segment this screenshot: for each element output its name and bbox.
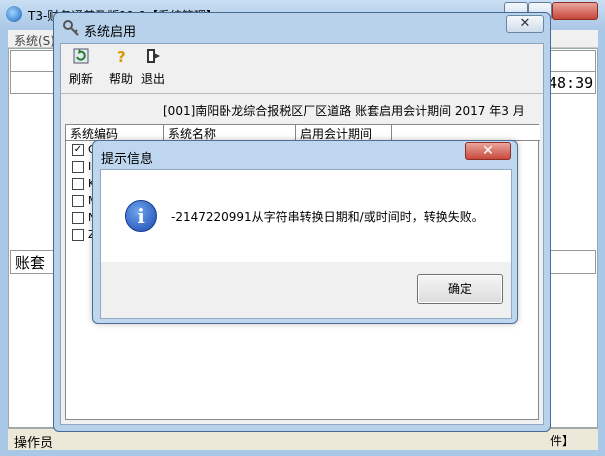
menu-system[interactable]: 系统(S): [14, 32, 55, 49]
dialog-message: -2147220991从字符串转换日期和/或时间时，转换失败。: [171, 210, 484, 224]
column-header-empty: [392, 125, 540, 141]
dialog-title: 提示信息: [101, 152, 154, 167]
row-checkbox[interactable]: [72, 229, 84, 241]
dialog-message-area: i -2147220991从字符串转换日期和/或时间时，转换失败。: [101, 170, 511, 262]
account-period-line: [001]南阳卧龙综合报税区厂区道路 账套启用会计期间 2017 年3 月: [61, 102, 543, 120]
column-header-period[interactable]: 启用会计期间: [296, 125, 392, 141]
status-right-text: 件】: [549, 434, 574, 448]
status-operator: 操作员: [14, 436, 54, 451]
clock-text: 48:39: [548, 74, 594, 92]
column-header-name[interactable]: 系统名称: [164, 125, 296, 141]
system-enable-title: 系统启用: [84, 25, 137, 40]
system-enable-close-button[interactable]: ✕: [506, 15, 544, 33]
account-period-text: [001]南阳卧龙综合报税区厂区道路 账套启用会计期间 2017 年3 月: [163, 104, 525, 118]
main-close-button[interactable]: [552, 2, 598, 20]
help-button[interactable]: ? 帮助: [103, 48, 139, 90]
key-icon: [63, 20, 79, 36]
app-icon: [6, 6, 22, 22]
row-checkbox[interactable]: [72, 195, 84, 207]
dialog-body: i -2147220991从字符串转换日期和/或时间时，转换失败。 确定: [100, 169, 512, 319]
refresh-icon: [73, 48, 89, 64]
row-checkbox[interactable]: [72, 161, 84, 173]
help-icon: ?: [117, 48, 126, 64]
refresh-button[interactable]: 刷新: [63, 48, 99, 90]
info-icon: i: [125, 200, 157, 232]
row-checkbox[interactable]: ✓: [72, 144, 84, 156]
svg-text:?: ?: [117, 48, 126, 64]
dialog-close-button[interactable]: ✕: [465, 142, 511, 160]
toolbar: 刷新 ? 帮助 退出: [61, 44, 543, 94]
exit-button[interactable]: 退出: [135, 48, 171, 90]
exit-icon: [147, 49, 160, 63]
system-enable-title-bar[interactable]: 系统启用: [54, 13, 550, 43]
row-checkbox[interactable]: [72, 178, 84, 190]
refresh-label: 刷新: [68, 72, 93, 86]
help-label: 帮助: [108, 72, 133, 86]
prompt-dialog: 提示信息 ✕ i -2147220991从字符串转换日期和/或时间时，转换失败。…: [92, 140, 518, 324]
column-header-code[interactable]: 系统编码: [66, 125, 164, 141]
zhangtao-label: 账套: [15, 254, 46, 272]
row-checkbox[interactable]: [72, 212, 84, 224]
ok-button[interactable]: 确定: [417, 274, 503, 304]
exit-label: 退出: [140, 72, 165, 86]
row-code: I: [88, 160, 92, 173]
